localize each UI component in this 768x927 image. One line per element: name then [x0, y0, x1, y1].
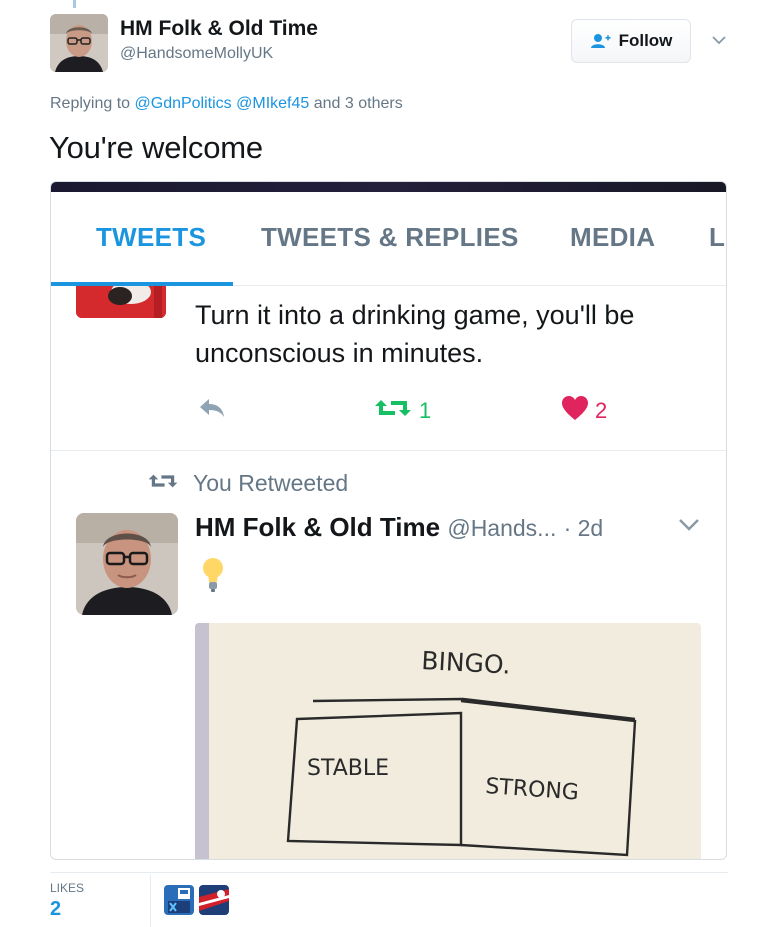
- likes-label: LIKES: [50, 881, 85, 895]
- liker-avatar[interactable]: [164, 885, 194, 915]
- likes-count[interactable]: 2: [50, 898, 61, 921]
- replying-to: Replying to @GdnPolitics @MIkef45 and 3 …: [50, 95, 403, 113]
- add-user-icon: [590, 33, 612, 49]
- reply-action: [197, 396, 227, 426]
- tweet-text: Turn it into a drinking game, you'll be …: [195, 300, 635, 368]
- retweeted-context: You Retweeted: [147, 470, 348, 497]
- tab-media: MEDIA: [570, 222, 656, 252]
- tab-likes: L: [709, 222, 726, 252]
- attached-image[interactable]: TWEETS TWEETS & REPLIES MEDIA L Turn it …: [50, 181, 727, 860]
- follow-button[interactable]: Follow: [571, 19, 691, 63]
- like-action: 2: [561, 396, 607, 426]
- follow-label: Follow: [618, 31, 673, 50]
- like-count: 2: [595, 398, 608, 423]
- stats-divider: [150, 874, 151, 927]
- more-options-button[interactable]: [708, 30, 730, 52]
- lightbulb-icon: [201, 556, 225, 599]
- user-handle[interactable]: @HandsomeMollyUK: [120, 45, 273, 63]
- status-bar: [51, 182, 726, 192]
- retweet-icon: [147, 470, 179, 497]
- retweet-icon: [373, 396, 413, 426]
- photo-title: BINGO.: [421, 646, 512, 680]
- tab-tweets: TWEETS: [96, 222, 207, 252]
- retweet-count: 1: [419, 398, 432, 423]
- heart-icon: [561, 395, 589, 427]
- footer-divider: [50, 872, 728, 873]
- mention-link[interactable]: @MIkef45: [236, 95, 309, 112]
- author-handle: @Hands...: [447, 515, 557, 541]
- liker-avatar[interactable]: [199, 885, 229, 915]
- reply-icon: [197, 397, 227, 425]
- tweet-time: · 2d: [563, 515, 604, 541]
- bingo-photo: BINGO. STABLE STRONG: [195, 623, 701, 859]
- chevron-down-icon: [712, 32, 726, 50]
- avatar: [76, 513, 178, 615]
- tweet-thumbnail: [76, 286, 166, 318]
- bingo-cell: STRONG: [485, 774, 580, 805]
- bingo-cell: STABLE: [307, 756, 389, 781]
- divider: [51, 450, 726, 451]
- retweeted-label: You Retweeted: [193, 470, 349, 496]
- tweet-header: HM Folk & Old Time @HandsomeMollyUK Foll…: [48, 12, 728, 74]
- avatar[interactable]: [50, 14, 108, 72]
- display-name[interactable]: HM Folk & Old Time: [120, 17, 318, 41]
- retweet-action: 1: [373, 396, 431, 426]
- mention-link[interactable]: @GdnPolitics: [135, 95, 232, 112]
- replying-others[interactable]: and 3 others: [314, 95, 403, 112]
- thread-line: [73, 0, 76, 8]
- author-name: HM Folk & Old Time: [195, 512, 441, 542]
- tab-tweets-replies: TWEETS & REPLIES: [261, 222, 519, 252]
- tweet-text: You're welcome: [49, 130, 263, 165]
- replying-prefix: Replying to: [50, 95, 131, 112]
- retweet-author: HM Folk & Old Time @Hands... · 2d: [195, 512, 603, 543]
- chevron-down-icon: [678, 518, 700, 537]
- profile-tabs: TWEETS TWEETS & REPLIES MEDIA L: [51, 192, 726, 286]
